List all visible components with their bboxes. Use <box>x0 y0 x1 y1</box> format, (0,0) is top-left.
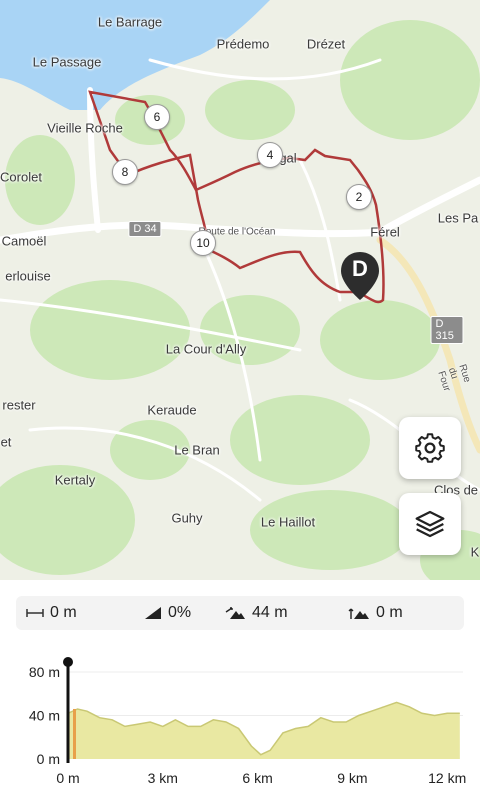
x-tick-label: 9 km <box>337 770 367 786</box>
stat-distance: 0 m <box>26 596 77 630</box>
descent-icon <box>348 608 369 619</box>
y-tick-label: 0 m <box>37 751 60 767</box>
y-tick-label: 40 m <box>29 708 60 724</box>
x-axis-ticks: 0 m 3 km 6 km 9 km 12 km <box>56 770 466 786</box>
road-shield-d315: D 315 <box>430 316 464 344</box>
forest-area <box>205 80 295 140</box>
chart-cursor-dot[interactable] <box>63 657 73 667</box>
x-tick-label: 12 km <box>428 770 466 786</box>
x-tick-label: 6 km <box>242 770 272 786</box>
descent-value: 0 m <box>376 604 403 621</box>
start-pin[interactable]: D <box>339 250 381 302</box>
place-label: Camoël <box>1 233 47 249</box>
place-label: Prédemo <box>216 36 270 52</box>
place-label: Keraude <box>147 402 197 418</box>
km-marker-2[interactable]: 2 <box>346 184 372 210</box>
settings-button[interactable] <box>399 417 461 479</box>
distance-value: 0 m <box>50 604 77 621</box>
place-label: Le Bran <box>174 442 220 458</box>
km-marker-8[interactable]: 8 <box>112 159 138 185</box>
km-marker-4[interactable]: 4 <box>257 142 283 168</box>
place-label: Le Passage <box>32 54 102 70</box>
place-label: La Cour d'Ally <box>165 341 247 357</box>
place-label: erlouise <box>5 268 51 284</box>
place-label: Drézet <box>306 36 346 52</box>
ascent-value: 44 m <box>252 604 288 621</box>
forest-area <box>340 20 480 140</box>
start-pin-label: D <box>352 256 368 281</box>
layers-icon <box>415 510 445 538</box>
stats-bar: 0 m 0% 44 m 0 m <box>16 596 464 630</box>
place-label: et <box>0 434 12 450</box>
position-marker <box>73 708 76 759</box>
x-tick-label: 3 km <box>148 770 178 786</box>
y-axis-ticks: 0 m 40 m 80 m <box>29 664 60 767</box>
place-label: Kertaly <box>54 472 96 488</box>
km-marker-10[interactable]: 10 <box>190 230 216 256</box>
elevation-panel: 0 m 0% 44 m 0 m 0 m 40 m80 m 0 m 3 km 6 … <box>0 580 480 800</box>
forest-area <box>30 280 190 380</box>
road-shield-d34: D 34 <box>128 221 162 237</box>
km-marker-6[interactable]: 6 <box>144 104 170 130</box>
place-label: Corolet <box>0 169 42 185</box>
place-label: Le Haillot <box>260 514 316 530</box>
stat-ascent: 44 m <box>224 596 288 630</box>
gear-icon <box>415 433 445 463</box>
place-label: Férel <box>370 224 400 240</box>
place-label: K <box>470 544 480 560</box>
map-view[interactable]: Le Barrage Prédemo Drézet Le Passage Vie… <box>0 0 480 580</box>
layers-button[interactable] <box>399 493 461 555</box>
elevation-chart[interactable]: 0 m 40 m 80 m 0 m 3 km 6 km 9 km 12 km <box>0 640 480 800</box>
place-label: Guhy <box>171 510 203 526</box>
elevation-area <box>68 702 460 759</box>
stat-descent: 0 m <box>348 596 403 630</box>
slope-value: 0% <box>168 604 192 621</box>
slope-icon <box>145 607 161 619</box>
y-tick-label: 80 m <box>29 664 60 680</box>
place-label: Le Barrage <box>97 14 163 30</box>
ascent-icon <box>225 607 245 619</box>
distance-icon <box>26 609 44 617</box>
place-label: Les Pa <box>437 210 479 226</box>
stat-slope: 0% <box>144 596 191 630</box>
place-label: Vieille Roche <box>47 120 123 136</box>
place-label: rester <box>2 397 36 413</box>
x-tick-label: 0 m <box>56 770 79 786</box>
forest-area <box>320 300 440 380</box>
forest-area <box>250 490 410 570</box>
